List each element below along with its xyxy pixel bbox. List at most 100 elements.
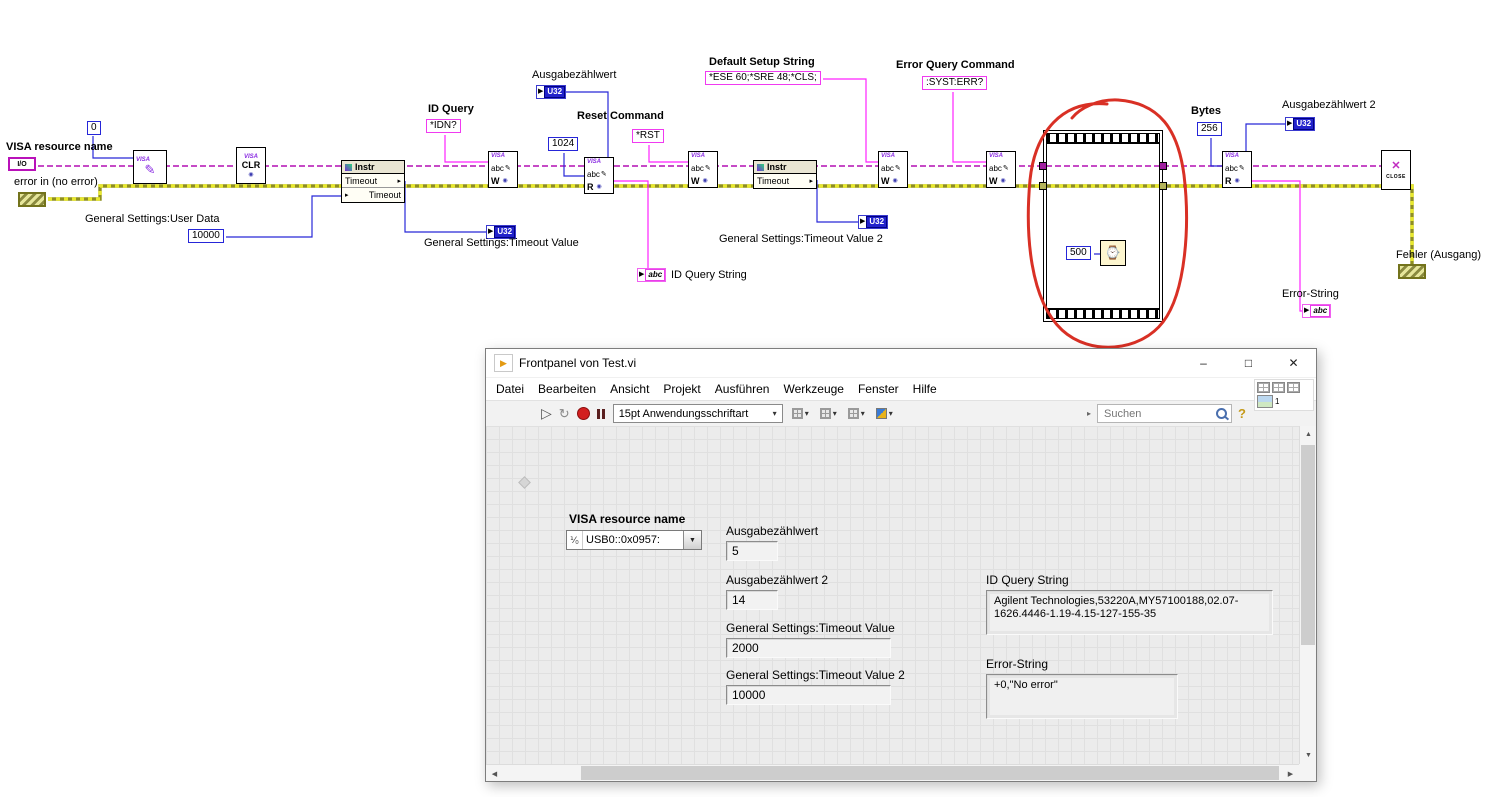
pause-button[interactable] <box>596 408 600 419</box>
menu-ansicht[interactable]: Ansicht <box>603 382 656 396</box>
search-input[interactable] <box>1102 406 1217 421</box>
grid-view-icon-1[interactable] <box>1257 382 1270 393</box>
run-continuous-button[interactable]: ↻ <box>559 406 570 422</box>
abc-chip: abc <box>1310 305 1331 317</box>
label-visa-resource-name: VISA resource name <box>6 141 113 153</box>
window-title: Frontpanel von Test.vi <box>519 356 637 370</box>
visa-read-node-2[interactable]: VISA abc ✎ R ◉ <box>1222 151 1252 188</box>
property-row-timeout-write[interactable]: ▸ Timeout <box>342 188 404 202</box>
search-expand-icon[interactable]: ▸ <box>1087 409 1091 418</box>
tunnel-visa-right[interactable] <box>1159 162 1167 170</box>
abort-button[interactable] <box>576 407 590 420</box>
visa-open-node[interactable]: VISA ✎ <box>133 150 167 184</box>
property-node-1[interactable]: Instr Timeout ▸ ▸ Timeout <box>341 160 405 203</box>
resize-objects-dropdown[interactable]: ▾ <box>846 404 867 423</box>
wait-ms-node[interactable]: ⌚ <box>1100 240 1126 266</box>
visa-write-node-1[interactable]: VISA abc ✎ W ◉ <box>488 151 518 188</box>
constant-10000[interactable]: 10000 <box>188 229 224 243</box>
align-objects-dropdown[interactable]: ▾ <box>790 404 811 423</box>
fp-label-error-string: Error-String <box>986 657 1049 671</box>
menu-projekt[interactable]: Projekt <box>656 382 707 396</box>
indicator-ausgabezaehlwert[interactable]: ▶ U32 <box>536 85 567 99</box>
label-error-in: error in (no error) <box>14 176 98 188</box>
vertical-scroll-thumb[interactable] <box>1301 445 1315 645</box>
visa-read-node-1[interactable]: VISA abc ✎ R ◉ <box>584 157 614 194</box>
constant-rst[interactable]: *RST <box>632 129 664 143</box>
label-ausgabezaehlwert-2: Ausgabezählwert 2 <box>1282 99 1376 111</box>
menu-hilfe[interactable]: Hilfe <box>906 382 944 396</box>
constant-wait-500[interactable]: 500 <box>1066 246 1091 260</box>
constant-error-query[interactable]: :SYST:ERR? <box>922 76 988 90</box>
constant-default-setup[interactable]: *ESE 60;*SRE 48;*CLS; <box>705 71 821 85</box>
property-row-timeout-read[interactable]: Timeout ▸ <box>754 174 816 188</box>
error-out-terminal[interactable] <box>1398 264 1426 279</box>
indicator-ausgabezaehlwert-2[interactable]: ▶ U32 <box>1285 117 1316 131</box>
reorder-dropdown[interactable]: ▾ <box>874 404 895 423</box>
menu-ausfuehren[interactable]: Ausführen <box>708 382 777 396</box>
grid-view-icon-3[interactable] <box>1287 382 1300 393</box>
maximize-button[interactable]: □ <box>1226 349 1271 377</box>
error-wire-base[interactable] <box>48 184 1414 274</box>
menu-werkzeuge[interactable]: Werkzeuge <box>776 382 850 396</box>
menu-datei[interactable]: Datei <box>489 382 531 396</box>
font-selector[interactable]: 15pt Anwendungsschriftart ▾ <box>612 404 783 423</box>
ausgabe2-field[interactable]: 14 <box>726 590 778 610</box>
error-wire-dash[interactable] <box>48 184 1414 274</box>
chip-arrow-icon: ▶ <box>639 271 645 278</box>
chevron-down-icon: ▾ <box>832 409 837 418</box>
property-node-header: Instr <box>342 161 404 174</box>
vertical-scrollbar[interactable]: ▲ ▼ <box>1299 426 1316 764</box>
property-node-2[interactable]: Instr Timeout ▸ <box>753 160 817 189</box>
reorder-icon <box>875 408 887 419</box>
close-button[interactable]: ✕ <box>1271 349 1316 377</box>
run-button[interactable]: ▷ <box>541 405 552 422</box>
error-in-terminal[interactable] <box>18 192 46 207</box>
menu-fenster[interactable]: Fenster <box>851 382 906 396</box>
menu-bearbeiten[interactable]: Bearbeiten <box>531 382 603 396</box>
scroll-down-icon[interactable]: ▼ <box>1300 747 1317 764</box>
search-box[interactable] <box>1097 404 1233 423</box>
timeout1-field[interactable]: 2000 <box>726 638 891 658</box>
titlebar[interactable]: ▶ Frontpanel von Test.vi – □ ✕ <box>486 349 1316 378</box>
distribute-objects-dropdown[interactable]: ▾ <box>818 404 839 423</box>
flat-sequence-structure[interactable] <box>1043 130 1163 322</box>
id-query-string-field[interactable]: Agilent Technologies,53220A,MY57100188,0… <box>986 590 1273 635</box>
timeout2-field[interactable]: 10000 <box>726 685 891 705</box>
tunnel-visa-left[interactable] <box>1039 162 1047 170</box>
visa-resource-value[interactable]: USB0::0x0957: <box>583 531 683 549</box>
constant-1024[interactable]: 1024 <box>548 137 579 151</box>
constant-idn[interactable]: *IDN? <box>426 119 461 133</box>
property-row-timeout-read[interactable]: Timeout ▸ <box>342 174 404 188</box>
visa-resource-combo[interactable]: ⅟₀ USB0::0x0957: ▼ <box>566 530 702 550</box>
indicator-timeout-value-2[interactable]: ▶ U32 <box>858 215 889 229</box>
minimize-button[interactable]: – <box>1181 349 1226 377</box>
eye-icon: ◉ <box>502 178 508 184</box>
indicator-error-string[interactable]: ▶ abc <box>1302 304 1332 318</box>
scroll-up-icon[interactable]: ▲ <box>1300 426 1317 443</box>
tunnel-error-right[interactable] <box>1159 182 1167 190</box>
string-wires[interactable] <box>444 78 1302 312</box>
tunnel-error-left[interactable] <box>1039 182 1047 190</box>
constant-zero[interactable]: 0 <box>87 121 101 135</box>
property-node-class: Instr <box>355 162 375 172</box>
combo-dropdown-button[interactable]: ▼ <box>683 531 701 549</box>
read-arrow-icon: ▸ <box>397 177 401 185</box>
horizontal-scrollbar[interactable]: ◀ ▶ <box>486 764 1299 781</box>
visa-write-node-4[interactable]: VISA abc ✎ W ◉ <box>986 151 1016 188</box>
visa-write-node-3[interactable]: VISA abc ✎ W ◉ <box>878 151 908 188</box>
constant-256[interactable]: 256 <box>1197 122 1222 136</box>
navigation-thumbnail[interactable] <box>1257 395 1273 408</box>
indicator-id-query-string[interactable]: ▶ abc <box>637 268 667 282</box>
align-objects-icon <box>791 408 803 419</box>
visa-clear-node[interactable]: VISA CLR ◉ <box>236 147 266 184</box>
ausgabe1-field[interactable]: 5 <box>726 541 778 561</box>
visa-close-node[interactable]: ✕ CLOSE <box>1381 150 1411 190</box>
help-button[interactable]: ? <box>1238 406 1246 421</box>
grid-view-icon-2[interactable] <box>1272 382 1285 393</box>
horizontal-scroll-thumb[interactable] <box>581 766 1279 780</box>
visa-resource-terminal[interactable]: I/O <box>8 157 36 171</box>
scroll-right-icon[interactable]: ▶ <box>1282 765 1299 782</box>
scroll-left-icon[interactable]: ◀ <box>486 765 503 782</box>
error-string-field[interactable]: +0,"No error" <box>986 674 1178 719</box>
visa-write-node-2[interactable]: VISA abc ✎ W ◉ <box>688 151 718 188</box>
